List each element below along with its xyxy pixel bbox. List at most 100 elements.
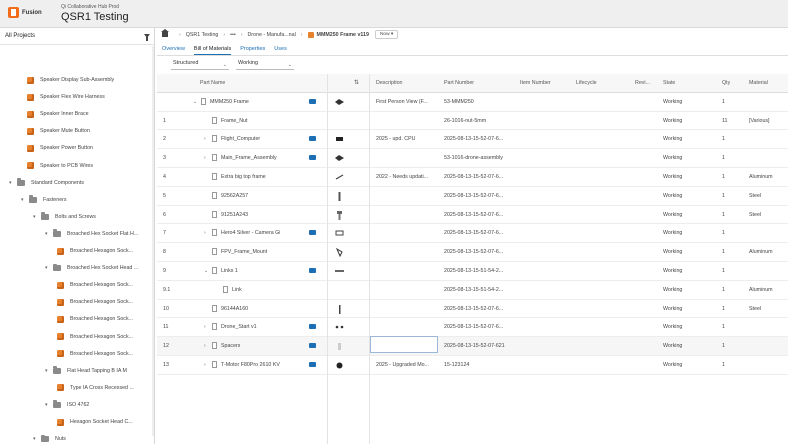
tree-item[interactable]: Speaker Flex Wire Harness bbox=[27, 90, 105, 104]
qty-cell[interactable]: 1 bbox=[722, 149, 725, 167]
part-number-cell[interactable]: 53-1016-drone-assembly bbox=[444, 149, 516, 167]
description-cell[interactable] bbox=[376, 187, 438, 205]
part-number-cell[interactable]: 2025-08-13-15-52-07-6... bbox=[444, 224, 516, 242]
table-row[interactable]: 2 › Flight_Computer 2025 - upd. CPU 2025-08-… bbox=[157, 130, 788, 150]
col-part-name[interactable]: Part Name bbox=[200, 74, 225, 92]
chevron-down-icon[interactable]: ▾ bbox=[33, 214, 41, 220]
table-row[interactable]: 12›SpacersAnodized aluminum2025-08-13-15… bbox=[157, 337, 788, 356]
tree-item[interactable]: Broached Hexagon Sock... bbox=[57, 244, 133, 258]
col-qty[interactable]: Qty bbox=[722, 74, 730, 92]
description-cell[interactable] bbox=[376, 300, 438, 318]
col-part-number[interactable]: Part Number bbox=[444, 74, 474, 92]
part-number-cell[interactable]: 53-MMM250 bbox=[444, 93, 516, 111]
description-cell[interactable] bbox=[376, 206, 438, 224]
col-state[interactable]: State bbox=[663, 74, 675, 92]
qty-cell[interactable]: 1 bbox=[722, 243, 725, 261]
qty-cell[interactable]: 1 bbox=[722, 168, 725, 186]
tree-item[interactable]: ▾ Flat Head Tapping B IA M bbox=[45, 364, 127, 378]
part-number-cell[interactable]: 26-1016-nut-5mm bbox=[444, 112, 516, 130]
description-cell[interactable] bbox=[376, 318, 438, 336]
table-row[interactable]: 8 FPV_Frame_Mount 2025-08-13-15-52-07-6...… bbox=[157, 243, 788, 262]
chevron-right-icon[interactable]: › bbox=[204, 337, 206, 355]
sidebar-scrollbar[interactable] bbox=[152, 46, 154, 436]
tree-item[interactable]: Speaker to PCB Wires bbox=[27, 159, 93, 173]
tree-item[interactable]: ▾ Standard Components bbox=[9, 176, 84, 190]
filter-icon[interactable] bbox=[144, 34, 150, 41]
description-cell[interactable] bbox=[376, 281, 438, 299]
tree-item[interactable]: Broached Hexagon Sock... bbox=[57, 295, 133, 309]
table-row[interactable]: 9.1 Link 2025-08-13-15-51-54-2... Working 1 A… bbox=[157, 281, 788, 300]
part-name[interactable]: FPV_Frame_Mount bbox=[221, 249, 267, 255]
qty-cell[interactable]: 1 bbox=[722, 300, 725, 318]
tree-item[interactable]: Broached Hexagon Sock... bbox=[57, 330, 133, 344]
chevron-right-icon[interactable]: › bbox=[204, 130, 206, 148]
chevron-down-icon[interactable]: ▾ bbox=[45, 231, 53, 237]
tree-item[interactable]: Speaker Mute Button bbox=[27, 124, 90, 138]
chevron-down-icon[interactable]: ⌄ bbox=[193, 93, 197, 111]
description-cell[interactable] bbox=[376, 224, 438, 242]
table-row[interactable]: 3 › Main_Frame_Assembly 53-1016-drone-assem… bbox=[157, 149, 788, 168]
qty-cell[interactable]: 1 bbox=[722, 281, 725, 299]
column-settings-icon[interactable]: ⇅ bbox=[354, 74, 359, 92]
chevron-right-icon[interactable]: › bbox=[204, 149, 206, 167]
col-revision[interactable]: Revi... bbox=[635, 74, 650, 92]
tree-item[interactable]: ▾ Fasteners bbox=[21, 193, 67, 207]
part-number-cell[interactable]: 2025-08-13-15-52-07-6... bbox=[444, 130, 516, 148]
part-number-cell[interactable]: 2025-08-13-15-52-07-6... bbox=[444, 243, 516, 261]
tree-item[interactable]: Broached Hexagon Sock... bbox=[57, 278, 133, 292]
part-name[interactable]: Flight_Computer bbox=[221, 136, 260, 142]
tree-item[interactable]: Speaker Display Sub-Assembly bbox=[27, 73, 114, 87]
part-name[interactable]: Frame_Nut bbox=[221, 118, 248, 124]
chevron-right-icon[interactable]: › bbox=[204, 224, 206, 242]
qty-cell[interactable]: 1 bbox=[722, 337, 725, 355]
view-select[interactable]: Structured ⌄ bbox=[171, 58, 229, 70]
tree-item[interactable]: Broached Hexagon Sock... bbox=[57, 347, 133, 361]
table-row[interactable]: 13 › T-Motor F80Pro 2610 KV 2025 - Upgraded… bbox=[157, 356, 788, 375]
part-number-cell[interactable]: 2025-08-13-15-52-07-6... bbox=[444, 168, 516, 186]
qty-cell[interactable]: 1 bbox=[722, 356, 725, 374]
tree-item[interactable]: ▾ Broached Hex Socket Head ... bbox=[45, 261, 138, 275]
part-number-cell[interactable]: 2025-08-13-15-51-54-2... bbox=[444, 262, 516, 280]
part-name[interactable]: Spacers bbox=[221, 343, 240, 349]
qty-cell[interactable]: 1 bbox=[722, 224, 725, 242]
description-cell[interactable]: 2025 - Upgraded Mo... bbox=[376, 356, 438, 374]
tree-item[interactable]: Type IA Cross Recessed ... bbox=[57, 381, 134, 395]
table-row[interactable]: ⌄ MMM250 Frame First Person View (F... 53-M… bbox=[157, 93, 788, 112]
tree-item[interactable]: ▾ Nuts bbox=[33, 432, 66, 444]
tree-item[interactable]: ▾ Broached Hex Socket Flat H... bbox=[45, 227, 138, 241]
chevron-down-icon[interactable]: ⌄ bbox=[204, 262, 208, 280]
tab-overview[interactable]: Overview bbox=[162, 44, 185, 55]
chevron-right-icon[interactable]: › bbox=[204, 356, 206, 374]
breadcrumb-ellipsis[interactable]: ••• bbox=[230, 32, 236, 38]
table-row[interactable]: 5 92562A257 2025-08-13-15-52-07-6... Workin… bbox=[157, 187, 788, 206]
description-cell[interactable]: First Person View (F... bbox=[376, 93, 438, 111]
table-row[interactable]: 11 › Drone_Start v1 2025-08-13-15-52-07-6..… bbox=[157, 318, 788, 338]
col-lifecycle[interactable]: Lifecycle bbox=[576, 74, 597, 92]
part-name[interactable]: T-Motor F80Pro 2610 KV bbox=[221, 362, 280, 368]
part-name[interactable]: 92562A257 bbox=[221, 193, 248, 199]
description-cell[interactable] bbox=[376, 112, 438, 130]
qty-cell[interactable]: 1 bbox=[722, 318, 725, 336]
chevron-down-icon[interactable]: ▾ bbox=[9, 180, 17, 186]
tree-item[interactable]: ▾ ISO 4762 bbox=[45, 398, 89, 412]
part-name[interactable]: Links 1 bbox=[221, 268, 238, 274]
part-name[interactable]: Link bbox=[232, 287, 242, 293]
part-number-cell[interactable]: 2025-08-13-15-52-07-6... bbox=[444, 300, 516, 318]
qty-cell[interactable]: 1 bbox=[722, 93, 725, 111]
tree-item[interactable]: Broached Hexagon Sock... bbox=[57, 312, 133, 326]
home-icon[interactable] bbox=[161, 29, 169, 37]
description-cell[interactable]: 2025 - upd. CPU bbox=[376, 130, 438, 148]
description-cell-editor[interactable] bbox=[370, 336, 438, 353]
part-number-cell[interactable]: 2025-08-13-15-52-07-621 bbox=[444, 337, 516, 355]
table-row[interactable]: 6 91251A243 2025-08-13-15-52-07-6... Workin… bbox=[157, 206, 788, 225]
description-cell[interactable] bbox=[376, 149, 438, 167]
table-row[interactable]: 1 Frame_Nut 26-1016-nut-5mm Working 11 [Vario… bbox=[157, 112, 788, 131]
description-cell[interactable] bbox=[376, 262, 438, 280]
chevron-down-icon[interactable]: ▾ bbox=[45, 402, 53, 408]
table-row[interactable]: 7 › Hero4 Silver - Camera Gi 2025-08-13-15-… bbox=[157, 224, 788, 244]
version-dropdown[interactable]: Now ▾ bbox=[374, 30, 399, 39]
part-number-cell[interactable]: 2025-08-13-15-51-54-2... bbox=[444, 281, 516, 299]
qty-cell[interactable]: 1 bbox=[722, 206, 725, 224]
breadcrumb-folder[interactable]: Drone - Manufa...nal bbox=[247, 32, 295, 38]
sidebar-title[interactable]: All Projects bbox=[5, 33, 35, 39]
